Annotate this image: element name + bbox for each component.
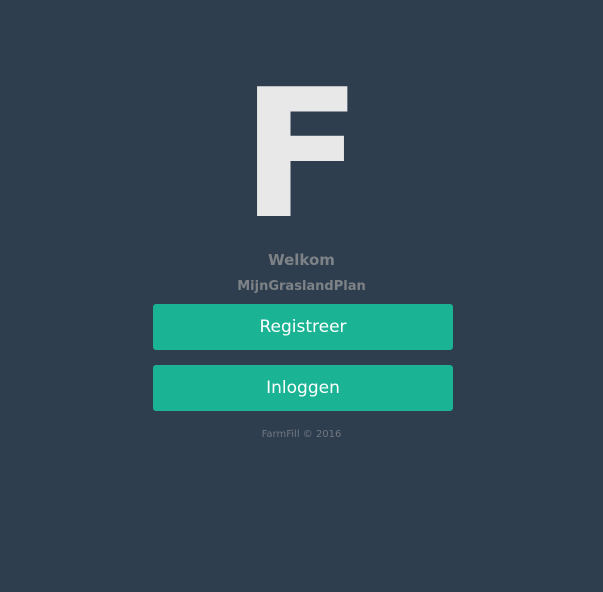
- app-logo: F: [240, 51, 363, 258]
- app-name: MijnGraslandPlan: [237, 279, 366, 294]
- welcome-heading: Welkom: [268, 251, 335, 269]
- register-button[interactable]: Registreer: [153, 304, 453, 350]
- copyright-footer: FarmFill © 2016: [261, 429, 342, 440]
- login-button[interactable]: Inloggen: [153, 365, 453, 411]
